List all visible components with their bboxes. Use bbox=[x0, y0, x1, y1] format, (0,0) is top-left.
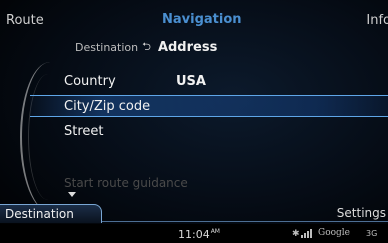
clock-time: 11:04 bbox=[178, 228, 210, 241]
navigation-screen: Route Navigation Info Destination ⮌ Addr… bbox=[0, 0, 388, 243]
clock: 11:04AM bbox=[178, 228, 220, 241]
list-item-label: Country bbox=[64, 73, 116, 89]
provider-label: Google bbox=[318, 228, 350, 238]
breadcrumb-parent[interactable]: Destination bbox=[75, 41, 138, 54]
tab-destination[interactable]: Destination bbox=[0, 204, 102, 223]
network-label: 3G bbox=[366, 229, 378, 238]
list-item-start-route-guidance: Start route guidance bbox=[64, 172, 188, 194]
list-item-city-zip[interactable]: City/Zip code bbox=[30, 95, 388, 117]
list-item-country[interactable]: Country USA bbox=[64, 70, 206, 92]
list-item-label: City/Zip code bbox=[64, 98, 151, 114]
list-item-street[interactable]: Street bbox=[64, 120, 104, 142]
tab-route[interactable]: Route bbox=[6, 13, 44, 28]
clock-ampm: AM bbox=[210, 228, 220, 235]
bluetooth-icon: ✱ bbox=[292, 229, 300, 239]
breadcrumb: Destination ⮌ Address bbox=[75, 38, 217, 57]
signal-bars-icon bbox=[301, 229, 315, 238]
return-arrow-icon: ⮌ bbox=[142, 40, 151, 53]
page-title: Navigation bbox=[162, 12, 242, 27]
scroll-down-icon[interactable] bbox=[68, 192, 76, 197]
list-item-label: Start route guidance bbox=[64, 176, 188, 190]
tab-settings[interactable]: Settings bbox=[268, 204, 388, 223]
country-value: USA bbox=[176, 73, 206, 89]
breadcrumb-current: Address bbox=[157, 40, 218, 55]
list-item-label: Street bbox=[64, 123, 104, 139]
tab-info[interactable]: Info bbox=[366, 13, 388, 28]
scroll-arc-inner-decoration bbox=[28, 74, 68, 200]
